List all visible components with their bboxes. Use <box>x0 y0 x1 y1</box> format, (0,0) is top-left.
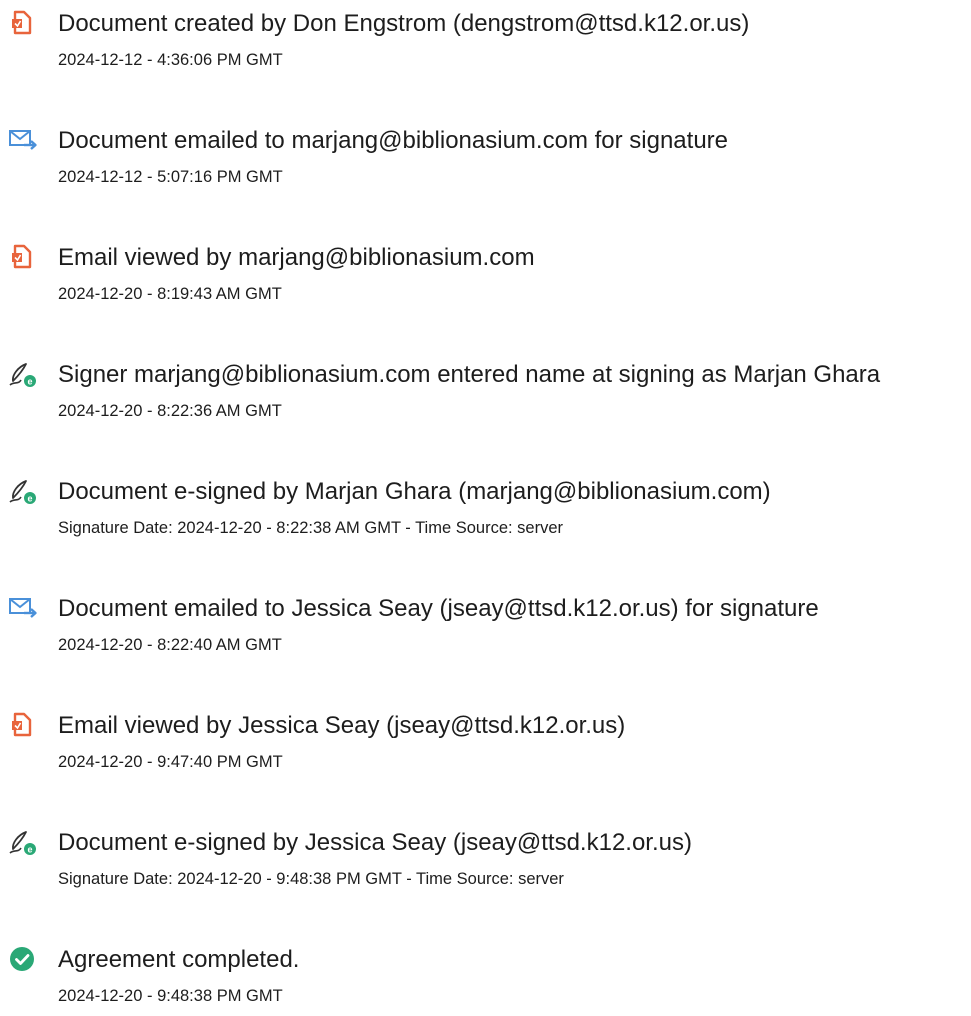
event-timestamp: 2024-12-20 - 9:48:38 PM GMT <box>58 987 283 1005</box>
history-event: Document emailed to marjang@biblionasium… <box>0 117 971 197</box>
document-icon <box>8 710 38 740</box>
event-title: Document emailed to marjang@biblionasium… <box>58 127 729 154</box>
e-sign-icon: e <box>8 827 38 857</box>
event-timestamp: 2024-12-20 - 8:22:40 AM GMT <box>58 636 282 654</box>
event-title: Email viewed by marjang@biblionasium.com <box>58 244 535 271</box>
e-sign-icon: e <box>8 476 38 506</box>
e-sign-icon: e <box>8 359 38 389</box>
svg-text:e: e <box>27 845 32 855</box>
event-signature-date: Signature Date: 2024-12-20 - 8:22:38 AM … <box>58 519 564 537</box>
history-event: Document created by Don Engstrom (dengst… <box>0 0 971 80</box>
history-event: e Document e-signed by Marjan Ghara (mar… <box>0 468 971 548</box>
event-signature-date: Signature Date: 2024-12-20 - 9:48:38 PM … <box>58 870 564 888</box>
event-timestamp: 2024-12-20 - 9:47:40 PM GMT <box>58 753 283 771</box>
document-icon <box>8 8 38 38</box>
history-event: e Signer marjang@biblionasium.com entere… <box>0 351 971 431</box>
event-timestamp: 2024-12-20 - 8:19:43 AM GMT <box>58 285 282 303</box>
history-event: Document emailed to Jessica Seay (jseay@… <box>0 585 971 665</box>
event-title: Agreement completed. <box>58 946 300 973</box>
svg-text:e: e <box>27 377 32 387</box>
event-title: Signer marjang@biblionasium.com entered … <box>58 361 881 388</box>
history-event: e Document e-signed by Jessica Seay (jse… <box>0 819 971 899</box>
document-icon <box>8 242 38 272</box>
event-timestamp: 2024-12-20 - 8:22:36 AM GMT <box>58 402 282 420</box>
event-title: Document emailed to Jessica Seay (jseay@… <box>58 595 819 622</box>
svg-text:e: e <box>27 494 32 504</box>
event-title: Document created by Don Engstrom (dengst… <box>58 10 750 37</box>
event-timestamp: 2024-12-12 - 5:07:16 PM GMT <box>58 168 283 186</box>
history-event: Email viewed by marjang@biblionasium.com… <box>0 234 971 314</box>
history-event: Email viewed by Jessica Seay (jseay@ttsd… <box>0 702 971 782</box>
event-title: Email viewed by Jessica Seay (jseay@ttsd… <box>58 712 626 739</box>
event-title: Document e-signed by Jessica Seay (jseay… <box>58 829 692 856</box>
event-timestamp: 2024-12-12 - 4:36:06 PM GMT <box>58 51 283 69</box>
check-circle-icon <box>8 944 38 974</box>
email-icon <box>8 593 38 623</box>
history-event: Agreement completed. 2024-12-20 - 9:48:3… <box>0 936 971 1016</box>
email-icon <box>8 125 38 155</box>
event-title: Document e-signed by Marjan Ghara (marja… <box>58 478 771 505</box>
